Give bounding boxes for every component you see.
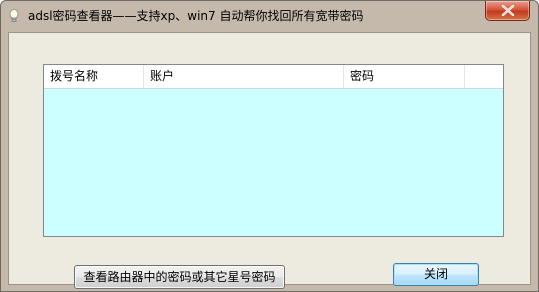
close-icon: [501, 5, 515, 16]
window-title: adsl密码查看器——支持xp、win7 自动帮你找回所有宽带密码: [28, 9, 364, 23]
column-header-filler: [465, 65, 503, 88]
list-header: 拨号名称 账户 密码: [44, 65, 503, 89]
column-header-password[interactable]: 密码: [344, 65, 465, 88]
main-window: adsl密码查看器——支持xp、win7 自动帮你找回所有宽带密码 拨号名称 账…: [0, 0, 539, 292]
view-router-password-button[interactable]: 查看路由器中的密码或其它星号密码: [74, 265, 285, 289]
close-button[interactable]: 关闭: [393, 263, 479, 286]
lightbulb-icon: [9, 9, 19, 22]
password-list-view[interactable]: 拨号名称 账户 密码: [43, 64, 504, 237]
column-header-account[interactable]: 账户: [144, 65, 344, 88]
window-close-button[interactable]: [485, 1, 530, 21]
title-bar[interactable]: adsl密码查看器——支持xp、win7 自动帮你找回所有宽带密码: [1, 1, 538, 32]
client-area: 拨号名称 账户 密码 查看路由器中的密码或其它星号密码 关闭: [8, 32, 531, 289]
list-body[interactable]: [44, 89, 503, 236]
column-header-dial-name[interactable]: 拨号名称: [44, 65, 144, 88]
